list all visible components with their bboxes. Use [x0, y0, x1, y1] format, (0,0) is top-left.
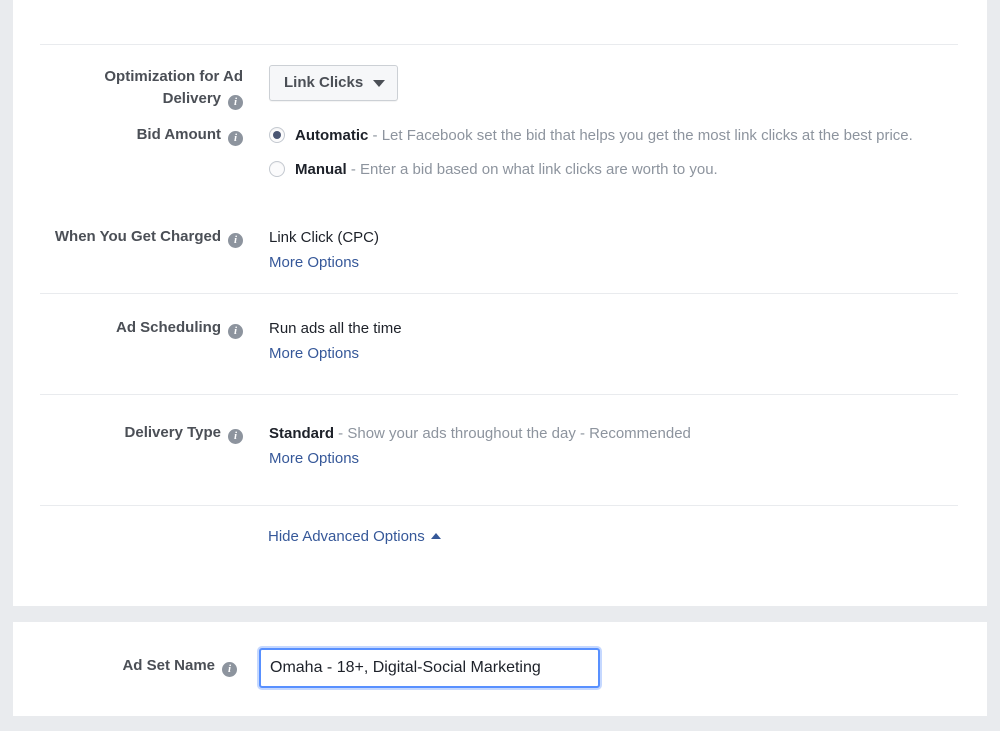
divider-after-when-charged — [40, 293, 958, 294]
label-ad-scheduling-text: Ad Scheduling — [116, 319, 221, 336]
ad-set-name-input[interactable] — [259, 648, 600, 688]
when-you-get-charged-value: Link Click (CPC) — [269, 229, 380, 246]
label-optimization-for-ad-delivery: Optimization for Ad Delivery i — [40, 65, 243, 110]
delivery-type-value-bold: Standard — [269, 425, 335, 442]
radio-automatic-title: Automatic — [295, 127, 369, 144]
ad-scheduling-more-options-link[interactable]: More Options — [269, 341, 359, 366]
radio-automatic-separator: - — [368, 127, 382, 144]
label-when-you-get-charged-text: When You Get Charged — [54, 228, 221, 245]
radio-manual-description: Enter a bid based on what link clicks ar… — [360, 161, 718, 178]
radio-manual[interactable] — [269, 161, 285, 177]
radio-option-manual[interactable]: Manual - Enter a bid based on what link … — [269, 157, 958, 182]
content-bid-amount: Automatic - Let Facebook set the bid tha… — [243, 123, 958, 184]
content-delivery-type: Standard - Show your ads throughout the … — [243, 421, 958, 471]
divider-after-ad-scheduling — [40, 394, 958, 395]
label-when-you-get-charged: When You Get Charged i — [40, 225, 243, 275]
radio-manual-title: Manual — [295, 161, 347, 178]
info-icon[interactable]: i — [228, 94, 243, 110]
hide-advanced-options-link[interactable]: Hide Advanced Options — [268, 528, 441, 545]
info-icon[interactable]: i — [222, 661, 237, 677]
label-ad-set-name-text: Ad Set Name — [122, 657, 215, 674]
optimization-select-button[interactable]: Link Clicks — [269, 65, 399, 101]
row-optimization-for-ad-delivery: Optimization for Ad Delivery i Link Click… — [40, 65, 958, 110]
row-ad-set-name: Ad Set Name i — [40, 648, 958, 688]
hide-advanced-options-label: Hide Advanced Options — [268, 528, 425, 545]
page-root: Optimization for Ad Delivery i Link Click… — [0, 0, 1000, 731]
label-delivery-type-text: Delivery Type — [124, 424, 221, 441]
label-optimization-line2: Delivery — [162, 90, 221, 107]
radio-automatic-description: Let Facebook set the bid that helps you … — [381, 127, 913, 144]
ad-set-advanced-options-card: Optimization for Ad Delivery i Link Click… — [13, 0, 987, 606]
label-bid-amount-text: Bid Amount — [136, 126, 221, 143]
row-bid-amount: Bid Amount i Automatic - Let Facebook set… — [40, 123, 958, 184]
radio-option-automatic[interactable]: Automatic - Let Facebook set the bid tha… — [269, 123, 958, 148]
info-icon[interactable]: i — [228, 232, 243, 248]
optimization-select-value: Link Clicks — [284, 74, 364, 91]
ad-scheduling-value: Run ads all the time — [269, 320, 402, 337]
label-bid-amount: Bid Amount i — [40, 123, 243, 184]
radio-manual-separator: - — [346, 161, 361, 178]
content-ad-set-name — [237, 648, 958, 688]
info-icon[interactable]: i — [228, 130, 243, 146]
divider-before-hide-advanced — [40, 505, 958, 506]
info-icon[interactable]: i — [228, 323, 243, 339]
chevron-down-icon — [373, 79, 386, 87]
row-when-you-get-charged: When You Get Charged i Link Click (CPC) M… — [40, 225, 958, 275]
ad-set-name-input-wrap — [259, 648, 600, 688]
row-ad-scheduling: Ad Scheduling i Run ads all the time More… — [40, 316, 958, 366]
label-ad-scheduling: Ad Scheduling i — [40, 316, 243, 366]
content-when-you-get-charged: Link Click (CPC) More Options — [243, 225, 958, 275]
row-delivery-type: Delivery Type i Standard - Show your ads … — [40, 421, 958, 471]
info-icon[interactable]: i — [228, 428, 243, 444]
label-optimization-line1: Optimization for Ad — [104, 68, 243, 85]
delivery-type-more-options-link[interactable]: More Options — [269, 446, 359, 471]
delivery-type-value-rest: - Show your ads throughout the day - Rec… — [334, 425, 691, 442]
radio-manual-text: Manual - Enter a bid based on what link … — [295, 157, 718, 182]
chevron-up-icon — [430, 532, 441, 539]
ad-set-name-card: Ad Set Name i — [13, 622, 987, 716]
label-optimization-text: Optimization for Ad Delivery i — [104, 66, 243, 110]
when-you-get-charged-more-options-link[interactable]: More Options — [269, 250, 359, 275]
divider-top — [40, 44, 958, 45]
label-ad-set-name: Ad Set Name i — [40, 648, 237, 688]
radio-automatic-text: Automatic - Let Facebook set the bid tha… — [295, 123, 913, 148]
content-optimization-for-ad-delivery: Link Clicks — [243, 65, 958, 110]
delivery-type-value: Standard - Show your ads throughout the … — [269, 421, 958, 446]
radio-automatic[interactable] — [269, 127, 285, 143]
content-ad-scheduling: Run ads all the time More Options — [243, 316, 958, 366]
label-delivery-type: Delivery Type i — [40, 421, 243, 471]
